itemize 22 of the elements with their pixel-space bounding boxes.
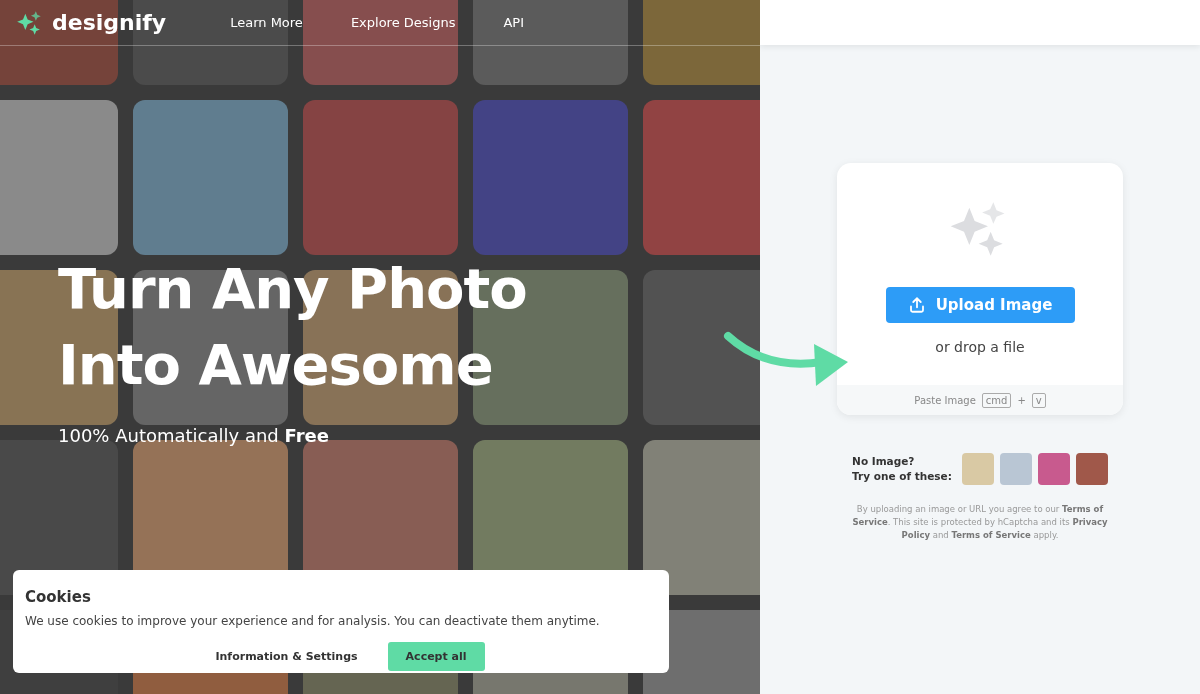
- plus-sign: +: [1017, 394, 1026, 406]
- key-cap: cmd: [981, 392, 1012, 408]
- key-cap: v: [1031, 392, 1046, 408]
- settings-button[interactable]: Information & Settings: [197, 642, 376, 671]
- sample-thumbnail[interactable]: [961, 453, 994, 485]
- drop-hint: or drop a file: [935, 339, 1025, 355]
- legal-text: By uploading an image or URL you agree to our Terms of Service. This site is protected by hCaptcha and its Privacy Policy and Terms of Service apply.: [851, 503, 1109, 542]
- samples-label: No Image? Try one of these:: [852, 454, 952, 484]
- brand-logo[interactable]: designify: [52, 10, 167, 35]
- nav-link[interactable]: Explore Designs: [350, 15, 456, 30]
- upload-icon: [907, 296, 926, 314]
- sample-thumbnail[interactable]: [1037, 453, 1070, 485]
- cookie-text: We use cookies to improve your experience and for analysis. You can deactivate them anytime.: [25, 614, 601, 628]
- accept-button[interactable]: Accept all: [387, 642, 485, 671]
- hero-subtitle: 100% Automatically and Free: [58, 425, 329, 446]
- paste-label: Paste Image: [914, 394, 976, 406]
- cookie-title: Cookies: [25, 588, 92, 606]
- sample-thumbnail[interactable]: [999, 453, 1032, 485]
- sample-thumbnail[interactable]: [1075, 453, 1108, 485]
- nav-link[interactable]: Learn More: [230, 15, 303, 30]
- hero-title: Turn Any Photo Into Awesome: [58, 255, 527, 399]
- nav-link[interactable]: API: [503, 15, 525, 30]
